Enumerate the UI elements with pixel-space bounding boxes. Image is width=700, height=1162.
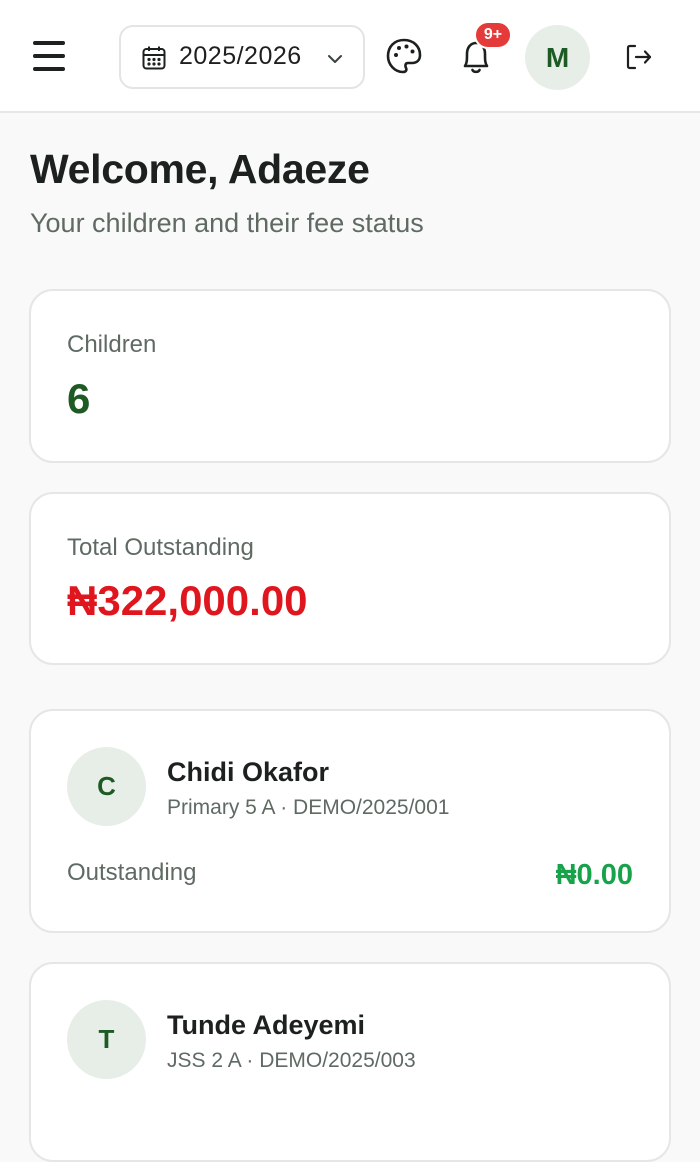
menu-icon[interactable]: [30, 38, 68, 74]
child-class-id: Primary 5 A · DEMO/2025/001: [167, 796, 450, 819]
total-outstanding-value: ₦322,000.00: [67, 577, 308, 624]
page-title: Welcome, Adaeze: [30, 146, 370, 192]
session-year-select[interactable]: 2025/2026: [119, 25, 365, 89]
child-outstanding-value: ₦0.00: [555, 859, 633, 891]
calendar-icon: [142, 46, 166, 70]
logout-icon[interactable]: [624, 42, 654, 72]
child-outstanding-label: Outstanding: [67, 859, 197, 886]
top-bar: 2025/2026 9+ M: [0, 0, 700, 113]
child-class-id: JSS 2 A · DEMO/2025/003: [167, 1049, 416, 1072]
total-outstanding-card: Total Outstanding ₦322,000.00: [29, 492, 671, 665]
children-count-label: Children: [67, 331, 157, 358]
total-outstanding-label: Total Outstanding: [67, 534, 254, 561]
chevron-down-icon: [328, 55, 342, 63]
child-card[interactable]: C Chidi Okafor Primary 5 A · DEMO/2025/0…: [29, 709, 671, 933]
user-avatar[interactable]: M: [525, 25, 590, 90]
page-subtitle: Your children and their fee status: [30, 208, 424, 238]
child-avatar: C: [67, 747, 146, 826]
child-name: Chidi Okafor: [167, 757, 330, 787]
child-card[interactable]: T Tunde Adeyemi JSS 2 A · DEMO/2025/003: [29, 962, 671, 1162]
session-year-value: 2025/2026: [179, 42, 302, 70]
child-avatar: T: [67, 1000, 146, 1079]
notification-badge: 9+: [474, 21, 512, 49]
child-name: Tunde Adeyemi: [167, 1010, 366, 1040]
palette-icon[interactable]: [385, 37, 423, 75]
children-count-card: Children 6: [29, 289, 671, 463]
children-count-value: 6: [67, 375, 91, 422]
